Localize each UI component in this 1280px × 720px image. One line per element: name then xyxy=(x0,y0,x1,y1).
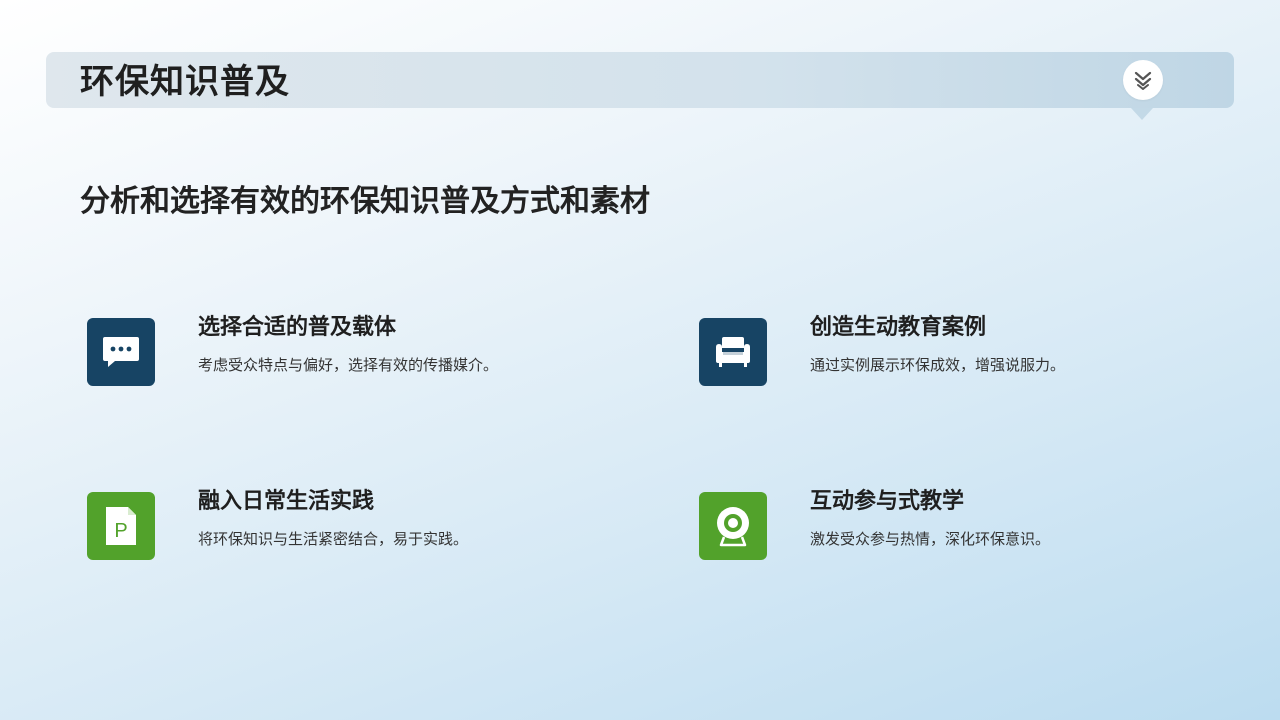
document-p-glyph: P xyxy=(114,520,127,542)
card-title: 互动参与式教学 xyxy=(810,489,965,514)
card-daily-practice: P 融入日常生活实践 将环保知识与生活紧密结合，易于实践。 xyxy=(87,489,607,562)
card-desc: 通过实例展示环保成效，增强说服力。 xyxy=(810,356,1066,374)
card-carrier: 选择合适的普及载体 考虑受众特点与偏好，选择有效的传播媒介。 xyxy=(87,315,607,388)
card-desc: 激发受众参与热情，深化环保意识。 xyxy=(810,530,1051,548)
webcam-icon-svg xyxy=(717,507,749,547)
card-interactive: 互动参与式教学 激发受众参与热情，深化环保意识。 xyxy=(699,489,1219,562)
armchair-icon xyxy=(699,318,767,386)
header-pointer xyxy=(1131,108,1153,120)
card-desc: 考虑受众特点与偏好，选择有效的传播媒介。 xyxy=(198,356,499,374)
chat-bubble-icon-svg xyxy=(103,337,139,367)
chat-bubble-icon xyxy=(87,318,155,386)
document-p-icon: P xyxy=(87,492,155,560)
page-title: 环保知识普及 xyxy=(80,62,290,102)
card-title: 融入日常生活实践 xyxy=(198,489,375,514)
card-case: 创造生动教育案例 通过实例展示环保成效，增强说服力。 xyxy=(699,315,1219,388)
double-chevron-down-icon-svg xyxy=(1134,71,1152,90)
card-title: 选择合适的普及载体 xyxy=(198,315,397,340)
double-chevron-down-icon[interactable] xyxy=(1123,60,1163,100)
section-subtitle: 分析和选择有效的环保知识普及方式和素材 xyxy=(80,184,650,219)
armchair-icon-svg xyxy=(716,337,750,367)
webcam-icon xyxy=(699,492,767,560)
card-desc: 将环保知识与生活紧密结合，易于实践。 xyxy=(198,530,469,548)
card-title: 创造生动教育案例 xyxy=(810,315,987,340)
document-p-icon-svg: P xyxy=(106,507,136,545)
